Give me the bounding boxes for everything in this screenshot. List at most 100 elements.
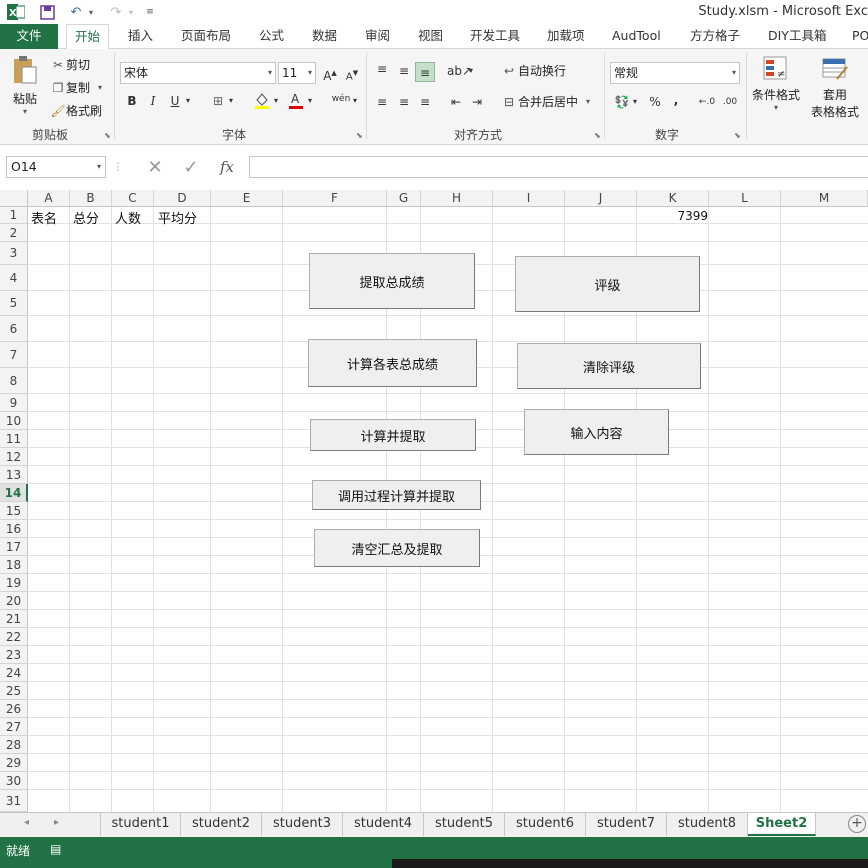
tab-power[interactable]: PO <box>852 24 868 49</box>
row-header-26[interactable]: 26 <box>0 700 28 718</box>
tab-page-layout[interactable]: 页面布局 <box>181 24 231 49</box>
clear-summary-extract-button[interactable]: 清空汇总及提取 <box>314 529 480 567</box>
formula-input[interactable] <box>249 156 868 178</box>
row-header-15[interactable]: 15 <box>0 502 28 520</box>
tab-addins[interactable]: 加载项 <box>547 24 585 49</box>
add-sheet-icon[interactable]: + <box>848 815 866 833</box>
scroll-left-icon[interactable]: ◂ <box>24 817 29 828</box>
row-header-10[interactable]: 10 <box>0 412 28 430</box>
increase-decimal-icon[interactable]: ←.0 <box>696 92 718 112</box>
redo-icon[interactable]: ↷ <box>106 3 126 21</box>
row-header-29[interactable]: 29 <box>0 754 28 772</box>
sheet-tab-student7[interactable]: student7 <box>586 813 667 836</box>
increase-font-icon[interactable]: A▲ <box>320 63 340 83</box>
decrease-indent-icon[interactable]: ⇤ <box>446 92 466 112</box>
row-header-18[interactable]: 18 <box>0 556 28 574</box>
tab-audtool[interactable]: AudTool <box>612 24 661 49</box>
undo-dropdown-icon[interactable]: ▾ <box>86 3 96 21</box>
column-header-M[interactable]: M <box>781 190 868 207</box>
select-all-corner[interactable] <box>0 190 28 207</box>
sheet-tab-student6[interactable]: student6 <box>505 813 586 836</box>
sheet-tab-student1[interactable]: student1 <box>100 813 181 836</box>
column-header-A[interactable]: A <box>28 190 70 207</box>
column-header-E[interactable]: E <box>211 190 283 207</box>
scroll-right-icon[interactable]: ▸ <box>54 817 59 828</box>
number-launcher-icon[interactable]: ⬊ <box>734 131 741 140</box>
row-header-1[interactable]: 1 <box>0 207 28 224</box>
tab-view[interactable]: 视图 <box>418 24 443 49</box>
insert-function-button[interactable]: fx <box>209 158 245 176</box>
tab-insert[interactable]: 插入 <box>128 24 153 49</box>
comma-button[interactable]: , <box>666 90 686 110</box>
percent-button[interactable]: % <box>645 92 665 112</box>
sheet-tab-sheet2[interactable]: Sheet2 <box>748 813 816 836</box>
format-as-table-button[interactable]: 套用 表格格式 <box>806 55 864 120</box>
align-bottom-icon[interactable]: ≡ <box>415 62 435 82</box>
column-header-C[interactable]: C <box>112 190 154 207</box>
currency-icon[interactable]: 💱 <box>612 92 632 112</box>
format-painter-button[interactable]: 🖌 格式刷 <box>50 102 102 119</box>
row-header-17[interactable]: 17 <box>0 538 28 556</box>
sheet-tab-student8[interactable]: student8 <box>667 813 748 836</box>
font-size-box[interactable]: 11 ▾ <box>278 62 316 84</box>
row-header-31[interactable]: 31 <box>0 790 28 812</box>
column-header-B[interactable]: B <box>70 190 112 207</box>
column-header-J[interactable]: J <box>565 190 637 207</box>
underline-button[interactable]: U <box>165 91 185 111</box>
cell-K1[interactable]: 7399 <box>660 209 708 223</box>
clear-rating-button[interactable]: 清除评级 <box>517 343 701 389</box>
row-header-23[interactable]: 23 <box>0 646 28 664</box>
row-header-7[interactable]: 7 <box>0 342 28 368</box>
row-header-21[interactable]: 21 <box>0 610 28 628</box>
input-content-button[interactable]: 输入内容 <box>524 409 669 455</box>
row-header-20[interactable]: 20 <box>0 592 28 610</box>
column-header-G[interactable]: G <box>387 190 421 207</box>
row-header-5[interactable]: 5 <box>0 291 28 316</box>
orientation-dropdown-icon[interactable]: ▾ <box>466 61 476 81</box>
row-header-14[interactable]: 14 <box>0 484 28 502</box>
merge-center-button[interactable]: ⊟ 合并后居中 ▾ <box>500 93 590 110</box>
tab-data[interactable]: 数据 <box>312 24 337 49</box>
row-header-13[interactable]: 13 <box>0 466 28 484</box>
column-header-L[interactable]: L <box>709 190 781 207</box>
row-header-12[interactable]: 12 <box>0 448 28 466</box>
column-header-K[interactable]: K <box>637 190 709 207</box>
tab-home[interactable]: 开始 <box>66 24 110 50</box>
column-header-I[interactable]: I <box>493 190 565 207</box>
row-header-6[interactable]: 6 <box>0 316 28 342</box>
extract-total-button[interactable]: 提取总成绩 <box>309 253 475 309</box>
row-header-27[interactable]: 27 <box>0 718 28 736</box>
border-dropdown-icon[interactable]: ▾ <box>226 91 236 111</box>
customize-toolbar-icon[interactable]: ≡ <box>144 3 156 21</box>
row-header-8[interactable]: 8 <box>0 368 28 394</box>
align-center-icon[interactable]: ≡ <box>394 92 414 112</box>
font-color-icon[interactable]: A <box>286 91 306 111</box>
cancel-entry-icon[interactable]: ✕ <box>137 157 173 178</box>
calc-and-extract-button[interactable]: 计算并提取 <box>310 419 476 451</box>
column-header-H[interactable]: H <box>421 190 493 207</box>
align-left-icon[interactable]: ≡ <box>372 92 392 112</box>
row-header-2[interactable]: 2 <box>0 224 28 242</box>
sheet-tab-student5[interactable]: student5 <box>424 813 505 836</box>
wrap-text-button[interactable]: ↩ 自动换行 <box>500 62 566 79</box>
redo-dropdown-icon[interactable]: ▾ <box>126 3 136 21</box>
worksheet-grid[interactable]: ABCDEFGHIJKLM 1 2 3 4 5 6 7 8 9 10 11 12 13 14 15 16 17 1… <box>0 190 868 812</box>
tab-fangfang[interactable]: 方方格子 <box>690 24 740 49</box>
align-top-icon[interactable]: ≡ <box>372 59 392 79</box>
rating-button[interactable]: 评级 <box>515 256 700 312</box>
phonetic-guide-button[interactable]: wén <box>330 89 352 109</box>
row-header-9[interactable]: 9 <box>0 394 28 412</box>
decrease-decimal-icon[interactable]: .00 <box>719 92 741 112</box>
border-icon[interactable]: ⊞ <box>208 91 228 111</box>
tab-formulas[interactable]: 公式 <box>259 24 284 49</box>
phonetic-dropdown-icon[interactable]: ▾ <box>350 91 360 111</box>
cell-C1[interactable]: 人数 <box>115 208 141 227</box>
paste-button[interactable]: 粘贴 ▾ <box>10 55 40 116</box>
column-header-F[interactable]: F <box>283 190 387 207</box>
tab-review[interactable]: 审阅 <box>365 24 390 49</box>
row-header-4[interactable]: 4 <box>0 265 28 291</box>
row-header-25[interactable]: 25 <box>0 682 28 700</box>
column-header-D[interactable]: D <box>154 190 211 207</box>
font-launcher-icon[interactable]: ⬊ <box>356 131 363 140</box>
number-format-box[interactable]: 常规 ▾ <box>610 62 740 84</box>
